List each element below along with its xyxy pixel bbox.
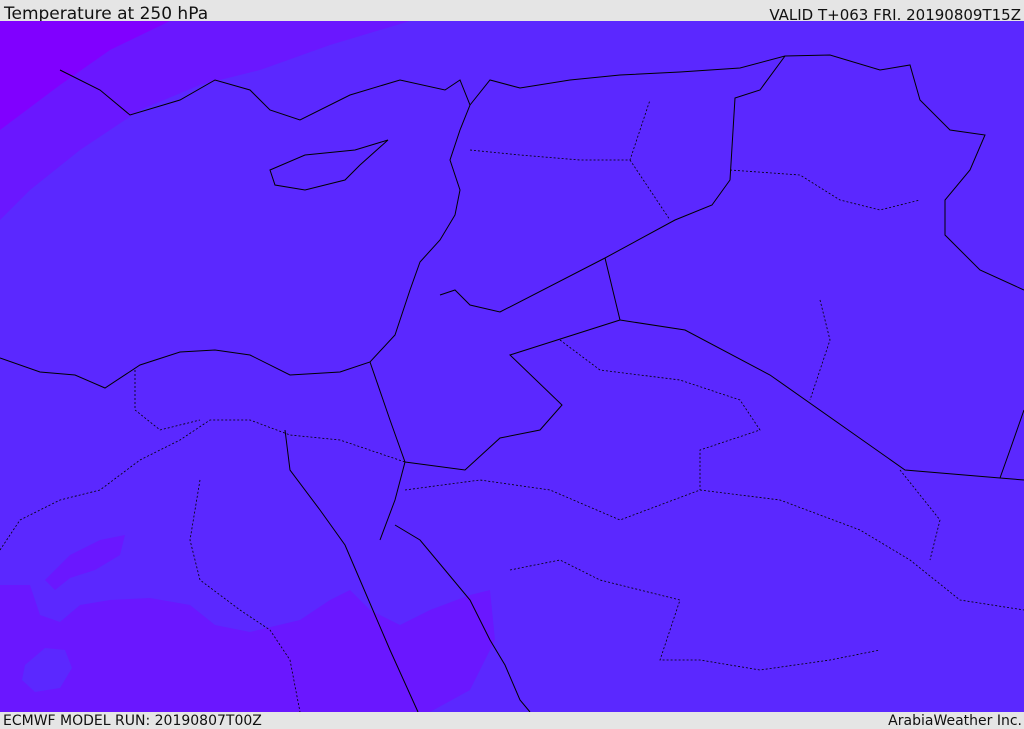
temperature-map <box>0 21 1024 712</box>
footer-bar: ECMWF MODEL RUN: 20190807T00Z ArabiaWeat… <box>0 712 1024 729</box>
header-bar: Temperature at 250 hPa VALID T+063 FRI. … <box>0 0 1024 24</box>
credit: ArabiaWeather Inc. <box>888 713 1022 729</box>
model-run: ECMWF MODEL RUN: 20190807T00Z <box>3 713 262 729</box>
